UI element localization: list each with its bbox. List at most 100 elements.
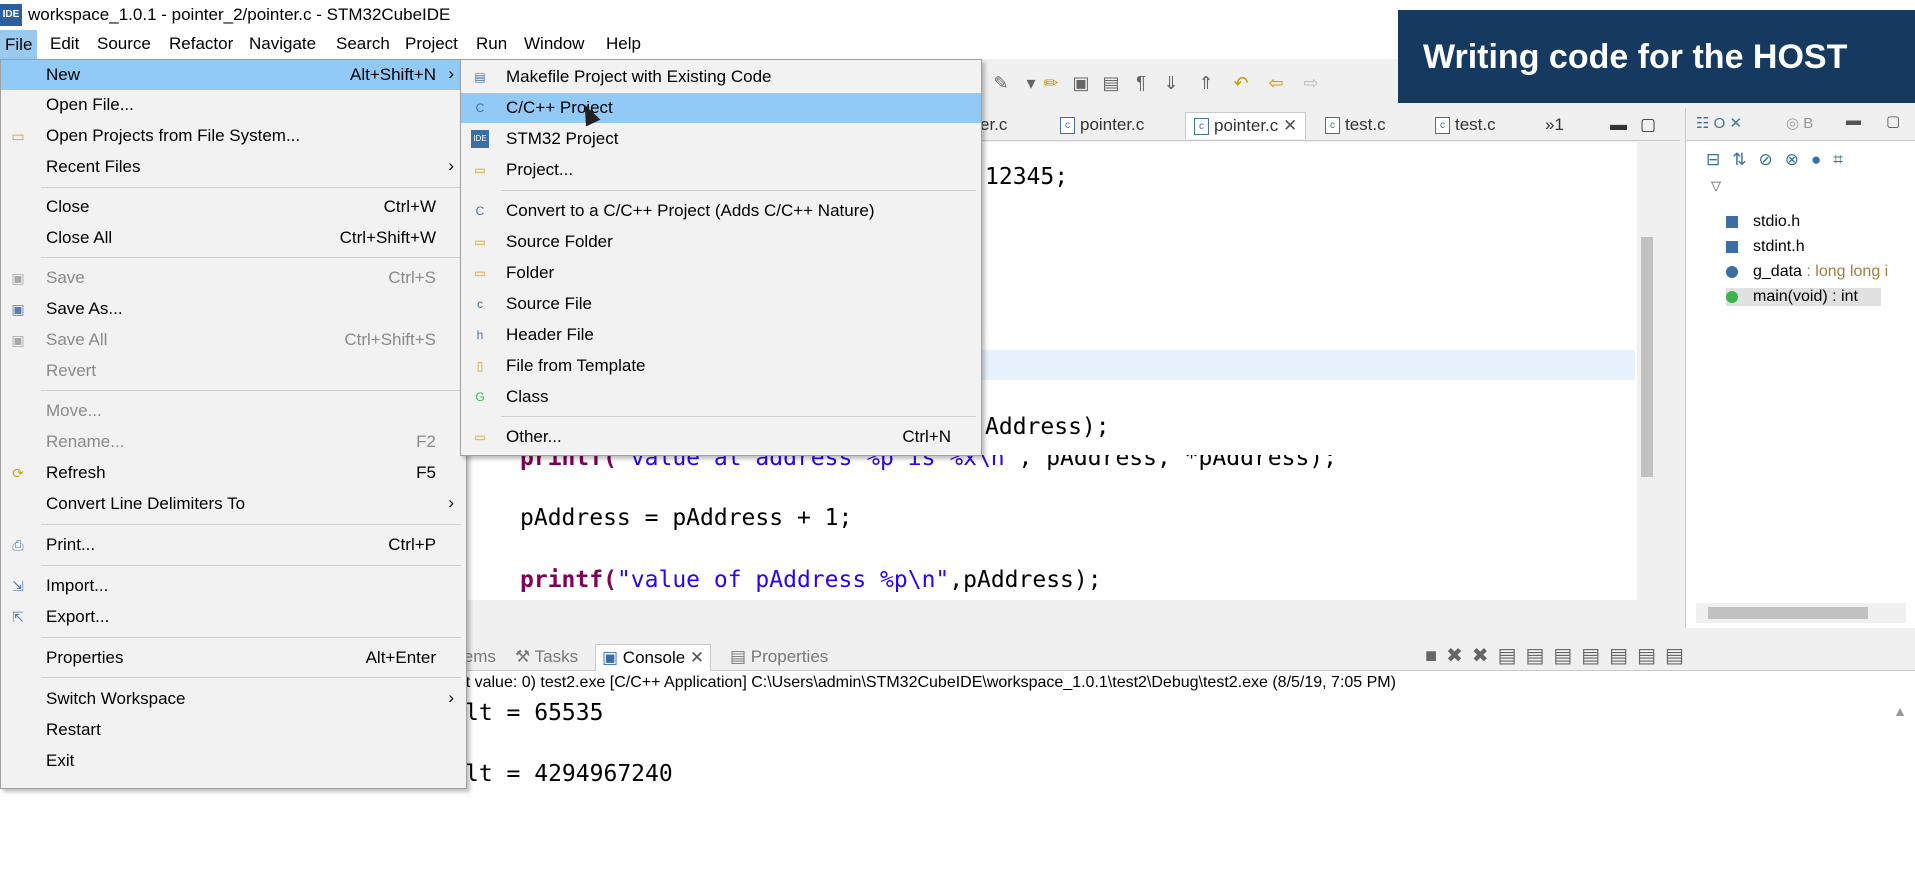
menu-item-switch-workspace[interactable]: Switch Workspace ›: [1, 684, 466, 714]
more-tabs[interactable]: »1: [1545, 112, 1564, 138]
last-edit-icon[interactable]: ↶: [1230, 72, 1252, 94]
submenu-item-file-from-template[interactable]: ▯ File from Template: [461, 351, 981, 381]
template-icon: ▯: [476, 359, 484, 373]
editor-tab[interactable]: c test.c: [1435, 112, 1496, 138]
outline-header: ☷ O ✕ ◎ B ▬ ▢: [1686, 108, 1915, 141]
view-menu-icon[interactable]: ▽: [1711, 178, 1721, 194]
menu-item-save-as[interactable]: ▣ Save As...: [1, 294, 466, 324]
code-line: Address);: [985, 414, 1110, 440]
menu-item-open-projects[interactable]: ▭ Open Projects from File System...: [1, 121, 466, 151]
prev-annotation-icon[interactable]: ⇑: [1195, 72, 1217, 94]
menu-item-refresh[interactable]: ⟳ Refresh F5: [1, 458, 466, 488]
back-icon[interactable]: ⇦: [1265, 72, 1287, 94]
submenu-item-source-file[interactable]: c Source File: [461, 289, 981, 319]
menu-item-recent-files[interactable]: Recent Files ›: [1, 152, 466, 182]
scroll-up-icon[interactable]: ▲: [1893, 703, 1907, 719]
submenu-item-cpp-project[interactable]: C C/C++ Project: [461, 93, 981, 123]
menu-source[interactable]: Source: [97, 34, 151, 54]
dropdown-icon[interactable]: ▾: [1020, 72, 1042, 94]
editor-tab[interactable]: c pointer.c: [1060, 112, 1144, 138]
submenu-item-project[interactable]: ▭ Project...: [461, 155, 981, 185]
minimize-icon[interactable]: ▬: [1846, 112, 1861, 129]
menu-edit[interactable]: Edit: [50, 34, 79, 54]
submenu-item-makefile-project[interactable]: ▤ Makefile Project with Existing Code: [461, 62, 981, 92]
menu-help[interactable]: Help: [606, 34, 641, 54]
scroll-thumb[interactable]: [1641, 237, 1653, 477]
submenu-item-class[interactable]: G Class: [461, 382, 981, 412]
highlight-icon[interactable]: ✏: [1040, 72, 1062, 94]
menu-file[interactable]: File: [0, 30, 38, 59]
menu-item-save-all[interactable]: ▣ Save All Ctrl+Shift+S: [1, 325, 466, 355]
toggle-mark-icon[interactable]: ▣: [1070, 72, 1092, 94]
editor-horizontal-scrollbar[interactable]: [395, 600, 1640, 622]
menu-item-import[interactable]: ⇲ Import...: [1, 571, 466, 601]
editor-tab[interactable]: c test.c: [1325, 112, 1386, 138]
outline-tab-icon[interactable]: ☷ O ✕: [1696, 114, 1742, 132]
menu-item-export[interactable]: ⇱ Export...: [1, 602, 466, 632]
outline-item[interactable]: stdio.h: [1726, 213, 1800, 231]
console-toolbar-icons[interactable]: ■✖✖▤▤▤▤▤▤▤: [1425, 643, 1693, 668]
menu-item-restart[interactable]: Restart: [1, 715, 466, 745]
outline-item[interactable]: stdint.h: [1726, 238, 1805, 256]
block-select-icon[interactable]: ▤: [1100, 72, 1122, 94]
next-annotation-icon[interactable]: ⇓: [1160, 72, 1182, 94]
console-info: ated> (exit value: 0) test2.exe [C/C++ A…: [395, 671, 1915, 695]
menu-item-move[interactable]: Move...: [1, 396, 466, 426]
submenu-item-stm32-project[interactable]: IDE STM32 Project: [461, 124, 981, 154]
banner-text: Writing code for the HOST: [1423, 38, 1848, 76]
menu-item-convert-line-delimiters[interactable]: Convert Line Delimiters To ›: [1, 489, 466, 519]
menu-item-open-file[interactable]: Open File...: [1, 90, 466, 120]
menu-item-save[interactable]: ▣ Save Ctrl+S: [1, 263, 466, 293]
menu-item-revert[interactable]: Revert: [1, 356, 466, 386]
maximize-icon[interactable]: ▢: [1640, 112, 1656, 138]
whitespace-icon[interactable]: ¶: [1130, 72, 1152, 94]
menu-item-print[interactable]: ⎙ Print... Ctrl+P: [1, 530, 466, 560]
outline-item[interactable]: g_data : long long i: [1726, 263, 1888, 281]
variable-icon: [1726, 265, 1738, 278]
menu-window[interactable]: Window: [524, 34, 584, 54]
include-icon: [1726, 215, 1738, 228]
submenu-item-convert-cpp[interactable]: C Convert to a C/C++ Project (Adds C/C++ …: [461, 196, 981, 226]
convert-icon: C: [475, 204, 485, 218]
editor-tab[interactable]: er.c: [980, 112, 1007, 138]
other-wizard-icon: ▭: [474, 430, 486, 444]
console-output[interactable]: lt = 65535 lt = 4294967240 ▲: [395, 695, 1915, 879]
menu-item-new[interactable]: New Alt+Shift+N ›: [1, 60, 466, 90]
tab-console[interactable]: ▣ Console ✕: [595, 644, 712, 671]
menu-run[interactable]: Run: [476, 34, 507, 54]
menu-item-exit[interactable]: Exit: [1, 746, 466, 776]
function-icon: [1726, 290, 1738, 303]
wand-icon[interactable]: ✎: [990, 72, 1012, 94]
outline-item-selected[interactable]: main(void) : int: [1726, 288, 1881, 306]
tab-properties[interactable]: ▤ Properties: [730, 644, 828, 670]
menu-item-close[interactable]: Close Ctrl+W: [1, 192, 466, 222]
menu-item-properties[interactable]: Properties Alt+Enter: [1, 643, 466, 673]
submenu-item-folder[interactable]: ▭ Folder: [461, 258, 981, 288]
scroll-thumb[interactable]: [1708, 607, 1868, 619]
menu-item-rename[interactable]: Rename... F2: [1, 427, 466, 457]
outline-horizontal-scrollbar[interactable]: [1696, 603, 1906, 623]
submenu-item-header-file[interactable]: h Header File: [461, 320, 981, 350]
forward-icon[interactable]: ⇨: [1300, 72, 1322, 94]
submenu-item-source-folder[interactable]: ▭ Source Folder: [461, 227, 981, 257]
include-icon: [1726, 240, 1738, 253]
close-icon[interactable]: ✕: [690, 648, 704, 667]
maximize-icon[interactable]: ▢: [1886, 112, 1900, 130]
code-line: 12345;: [985, 164, 1069, 190]
menu-refactor[interactable]: Refactor: [169, 34, 233, 54]
editor-vertical-scrollbar[interactable]: [1637, 142, 1657, 602]
tab-tasks[interactable]: ⚒ Tasks: [515, 644, 578, 670]
menu-item-close-all[interactable]: Close All Ctrl+Shift+W: [1, 223, 466, 253]
build-targets-tab-icon[interactable]: ◎ B: [1786, 114, 1813, 132]
submenu-item-other[interactable]: ▭ Other... Ctrl+N: [461, 422, 981, 452]
editor-tab-active[interactable]: c pointer.c ✕: [1185, 112, 1307, 139]
close-icon[interactable]: ✕: [1283, 116, 1297, 135]
menu-navigate[interactable]: Navigate: [249, 34, 316, 54]
minimize-icon[interactable]: ▬: [1610, 112, 1627, 138]
file-menu: New Alt+Shift+N › Open File... ▭ Open Proje…: [0, 59, 467, 789]
outline-toolbar-icons[interactable]: ⊟⇅⊘⊗●⌗: [1706, 150, 1855, 170]
menu-search[interactable]: Search: [336, 34, 390, 54]
menu-project[interactable]: Project: [405, 34, 458, 54]
video-banner: Writing code for the HOST: [1398, 10, 1915, 103]
menu-bar: File Edit Source Refactor Navigate Searc…: [0, 30, 1400, 59]
